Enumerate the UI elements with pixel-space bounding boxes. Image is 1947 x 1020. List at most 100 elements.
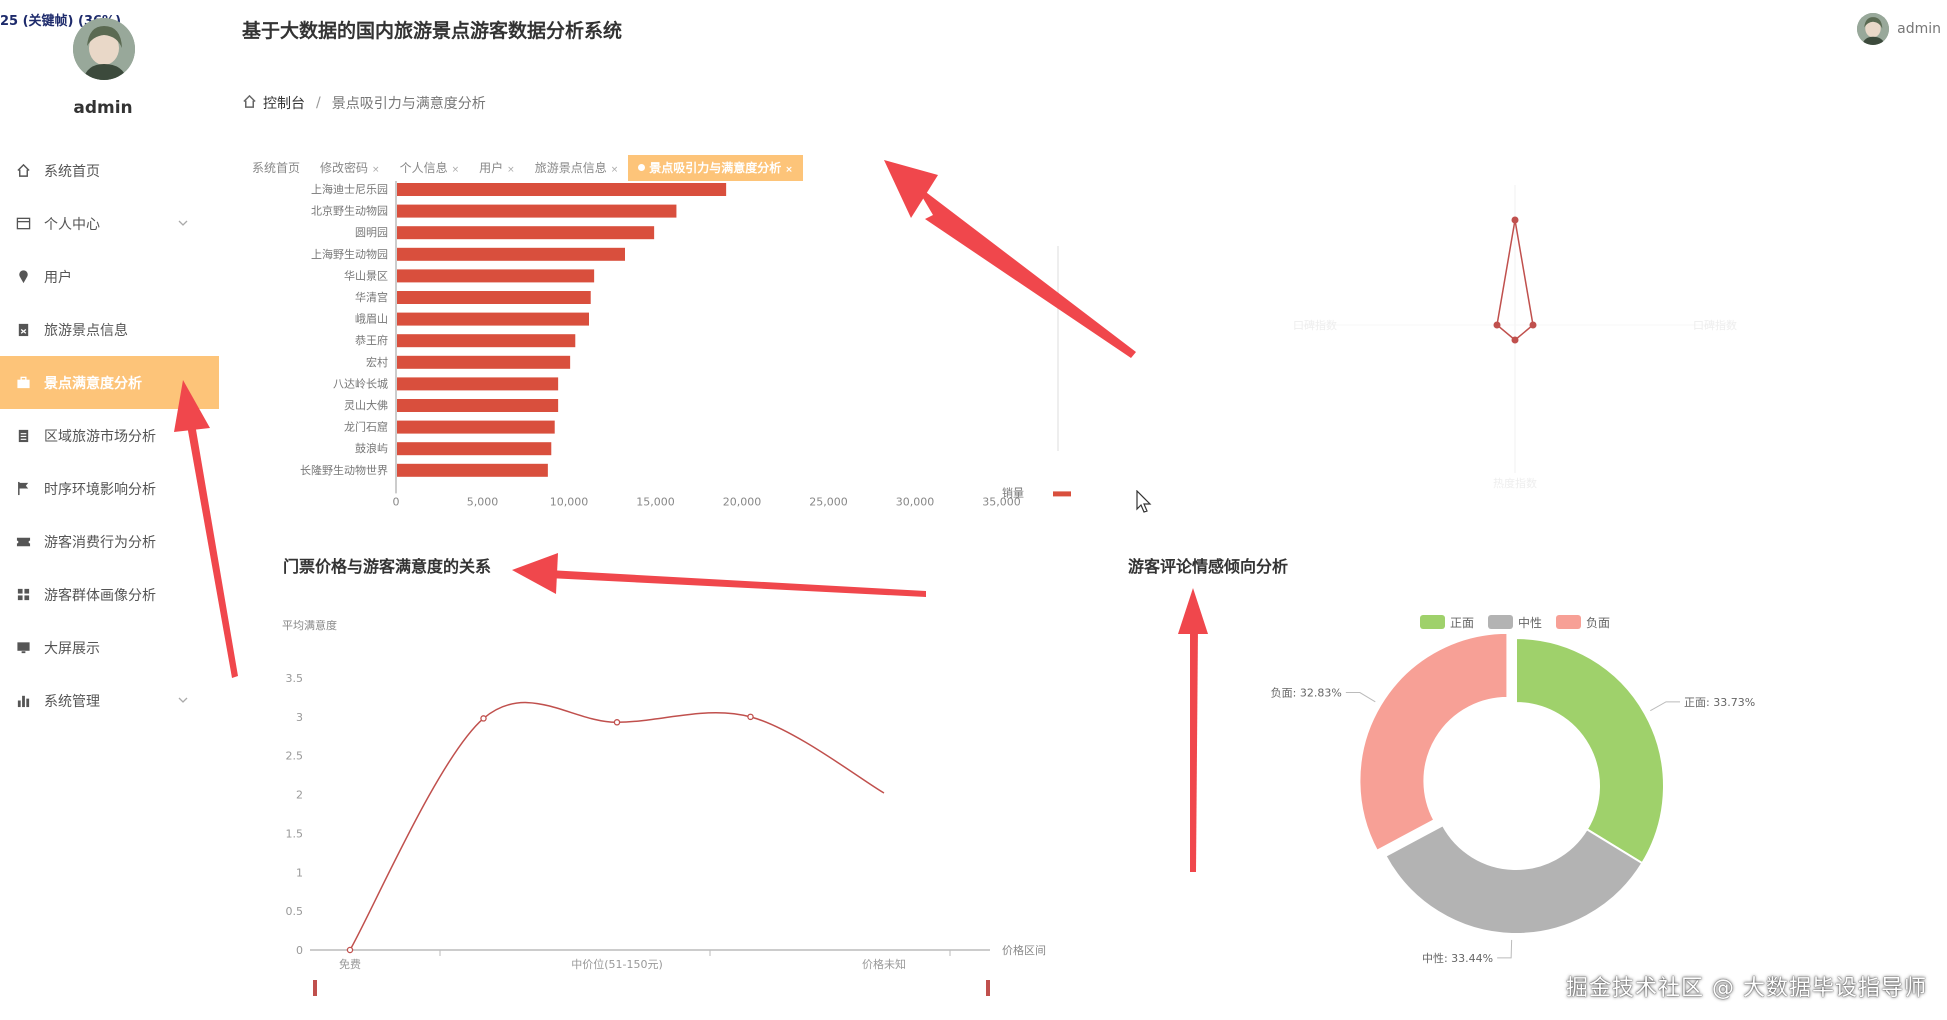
- bar: [397, 269, 595, 283]
- x-tick-label: 5,000: [467, 495, 499, 508]
- legend-label: 销量: [1002, 485, 1024, 499]
- y-tick-label: 宏村: [366, 355, 388, 369]
- sidebar-item-8[interactable]: 游客群体画像分析: [0, 568, 220, 621]
- sidebar-username: admin: [73, 98, 133, 118]
- radar-point: [1511, 336, 1519, 344]
- sidebar-item-4[interactable]: 景点满意度分析: [0, 356, 219, 409]
- clipboard-icon: [14, 321, 32, 339]
- tab-4[interactable]: 旅游景点信息 ×: [525, 155, 629, 181]
- tab-label: 景点吸引力与满意度分析: [649, 161, 782, 175]
- tab-close-icon[interactable]: ×: [785, 165, 793, 175]
- sidebar-item-label: 区域旅游市场分析: [44, 428, 156, 445]
- slice-label: 中性: 33.44%: [1422, 951, 1493, 965]
- x-tick-label: 10,000: [550, 495, 589, 508]
- slice-label-line: [1497, 939, 1513, 959]
- bar: [397, 291, 591, 304]
- bar: [397, 312, 589, 326]
- tab-label: 个人信息: [399, 161, 448, 175]
- sentiment-title: 游客评论情感倾向分析: [1128, 557, 1289, 576]
- list-icon: [14, 427, 32, 445]
- tab-close-icon[interactable]: ×: [611, 165, 619, 175]
- y-tick-label: 2: [296, 789, 303, 802]
- legend-label: 负面: [1586, 616, 1610, 630]
- tab-3[interactable]: 用户 ×: [469, 155, 525, 181]
- tab-close-icon[interactable]: ×: [507, 165, 515, 175]
- sidebar-item-label: 用户: [44, 269, 72, 286]
- data-point: [346, 946, 354, 954]
- x-tick-label: 30,000: [896, 495, 935, 508]
- y-tick-label: 峨眉山: [355, 313, 388, 326]
- sidebar-item-2[interactable]: 用户: [0, 250, 220, 303]
- tab-0[interactable]: 系统首页: [242, 155, 310, 181]
- radar-label-left: 口碑指数: [1293, 318, 1337, 332]
- radar-point: [1511, 216, 1519, 224]
- zoom-handle-left: [313, 980, 317, 996]
- sidebar-menu: 系统首页个人中心用户旅游景点信息 景点满意度分析区域旅游市场分析时序环境影响分析游…: [0, 144, 220, 727]
- top-username[interactable]: admin: [1897, 21, 1941, 37]
- home-icon: [14, 162, 32, 180]
- y-tick-label: 2.5: [286, 750, 304, 763]
- chevron-down-icon[interactable]: [178, 216, 188, 229]
- arrow-to-sentiment-title: [1178, 588, 1208, 872]
- sidebar: 25 (关键帧) (36%) admin 系统首页 个人中心 用户 旅游景点信息 景点满…: [0, 0, 220, 1020]
- watermark: 掘金技术社区 @ 大数据毕设指导师: [1566, 976, 1927, 1001]
- y-tick-label: 0: [296, 944, 303, 957]
- top-avatar[interactable]: [1857, 13, 1890, 45]
- price-satisfaction-line-chart: 平均满意度 0 0.5 1 1.5 2 2.5 3 3.5 价格区间免费 中价位(51-150元) 价…: [282, 620, 1046, 996]
- y-axis-title: 平均满意度: [282, 620, 337, 632]
- legend-swatch: [1420, 615, 1445, 629]
- zoom-handle-right: [986, 980, 990, 996]
- tab-1[interactable]: 修改密码 ×: [310, 155, 390, 181]
- sidebar-item-label: 游客群体画像分析: [44, 587, 156, 604]
- radar-label-right: 口碑指数: [1693, 318, 1737, 332]
- tab-close-icon[interactable]: ×: [372, 165, 380, 175]
- tab-2[interactable]: 个人信息 ×: [390, 155, 470, 181]
- x-tick-label: 价格未知: [862, 957, 906, 971]
- sidebar-item-label: 个人中心: [44, 216, 100, 233]
- app-title: 基于大数据的国内旅游景点游客数据分析系统: [242, 20, 623, 42]
- sidebar-item-9[interactable]: 大屏展示: [0, 621, 220, 674]
- home-icon[interactable]: [242, 94, 257, 113]
- sidebar-item-7[interactable]: 游客消费行为分析: [0, 515, 220, 568]
- bar: [397, 183, 727, 196]
- y-tick-label: 龙门石窟: [344, 420, 388, 434]
- sidebar-item-6[interactable]: 时序环境影响分析: [0, 462, 220, 515]
- slice-label: 正面: 33.73%: [1684, 696, 1755, 709]
- sidebar-item-10[interactable]: 系统管理: [0, 674, 220, 727]
- chevron-down-icon[interactable]: [178, 693, 188, 706]
- top-user-menu[interactable]: admin: [1857, 13, 1941, 45]
- slice-label-line: [1650, 701, 1681, 712]
- y-tick-label: 鼓浪屿: [355, 441, 388, 455]
- arrow-to-price-title: [512, 553, 926, 597]
- bar: [397, 377, 559, 391]
- sidebar-item-label: 系统首页: [44, 163, 100, 180]
- x-tick-label: 15,000: [636, 495, 675, 508]
- bar: [397, 247, 625, 261]
- slice-label-line: [1345, 692, 1376, 703]
- sidebar-item-3[interactable]: 旅游景点信息: [0, 303, 220, 356]
- y-tick-label: 灵山大佛: [344, 398, 388, 412]
- breadcrumb-current: 景点吸引力与满意度分析: [331, 96, 486, 112]
- sidebar-item-1[interactable]: 个人中心: [0, 197, 220, 250]
- tab-5[interactable]: 景点吸引力与满意度分析 ×: [628, 155, 803, 181]
- legend-swatch: [1488, 615, 1513, 629]
- tab-close-icon[interactable]: ×: [452, 165, 460, 175]
- sidebar-item-5[interactable]: 区域旅游市场分析: [0, 409, 220, 462]
- data-point: [480, 715, 487, 722]
- legend-swatch: [1556, 615, 1581, 629]
- radar-label-bottom: 热度指数: [1493, 476, 1537, 490]
- price-satisfaction-title: 门票价格与游客满意度的关系: [283, 557, 492, 576]
- sidebar-item-0[interactable]: 系统首页: [0, 144, 220, 197]
- radar-point: [1529, 321, 1537, 329]
- legend-swatch: [1053, 491, 1071, 497]
- legend-label: 中性: [1518, 615, 1542, 630]
- avatar[interactable]: [73, 18, 135, 80]
- briefcase-icon: [14, 374, 32, 392]
- x-tick-label: 25,000: [809, 495, 848, 508]
- breadcrumb-home[interactable]: 控制台: [263, 93, 305, 113]
- tab-label: 修改密码: [320, 161, 369, 175]
- bar: [397, 399, 559, 412]
- avatar-image: [1857, 13, 1890, 45]
- y-tick-label: 八达岭长城: [333, 376, 388, 390]
- sidebar-item-label: 游客消费行为分析: [44, 534, 156, 551]
